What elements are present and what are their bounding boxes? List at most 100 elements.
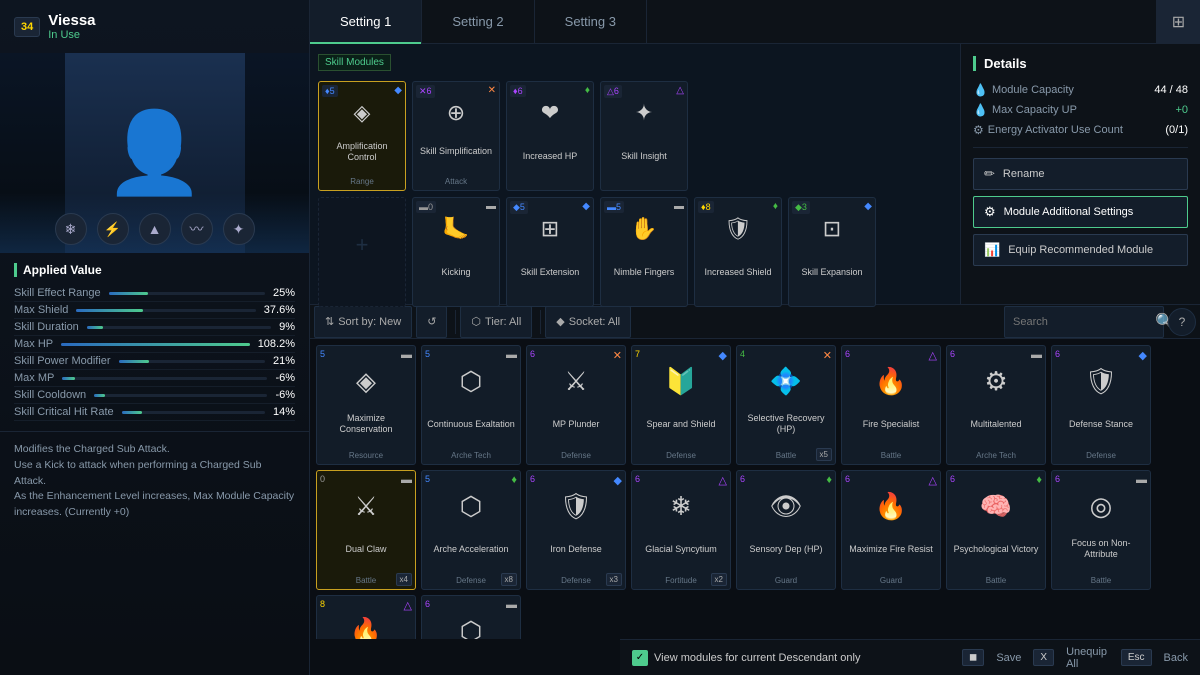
list-item[interactable]: 6 ♦ 👁 Sensory Dep (HP) Guard [736,470,836,590]
module-icon: 🔥 [350,616,382,639]
stat-bar [94,394,104,397]
help-button[interactable]: ? [1168,308,1196,336]
search-box: 🔍 [1004,306,1164,338]
equipped-module-empty[interactable]: + [318,197,406,307]
module-tier: ✕6 [416,85,435,98]
equipped-module-skill-insight[interactable]: △6 △ ✦ Skill Insight [600,81,688,191]
equipped-module-simplification[interactable]: ✕6 ✕ ⊕ Skill Simplification Attack [412,81,500,191]
count-badge: x4 [396,573,412,586]
descendant-filter-checkbox[interactable]: ✓ [632,650,648,666]
module-tier: ◆5 [510,201,528,214]
socket-icon: ▬ [486,201,496,212]
module-type: Defense [456,576,486,585]
list-item[interactable]: 6 △ 🔥 Fire Specialist Battle [841,345,941,465]
applied-value-title: Applied Value [14,263,295,277]
module-icon: 💠 [770,366,802,397]
tab-setting3[interactable]: Setting 3 [535,0,647,44]
module-tier: 8 [320,599,325,609]
stat-row: Max HP 108.2% [14,336,295,353]
list-item[interactable]: 5 ▬ ◈ Maximize Conservation Resource [316,345,416,465]
equipped-module-increased-hp[interactable]: ♦6 ♦ ❤ Increased HP [506,81,594,191]
list-item[interactable]: 6 △ ❄ Glacial Syncytium Fortitude x2 [631,470,731,590]
socket-icon: ✕ [488,85,496,96]
module-tier: ◆3 [792,201,810,214]
module-icon: 🔥 [875,491,907,522]
module-tier: 6 [425,599,430,609]
equipped-module-kicking[interactable]: ▬0 ▬ 🦶 Kicking [412,197,500,307]
equip-recommended-button[interactable]: 📊 Equip Recommended Module [973,234,1188,266]
filter-bar: ⇅ Sort by: New ↺ ⬡ Tier: All ◆ Socket: A… [310,304,1200,339]
list-item[interactable]: 0 ▬ ⚔ Dual Claw Battle x4 [316,470,416,590]
list-item[interactable]: 5 ▬ ⬡ Continuous Exaltation Arche Tech [421,345,521,465]
main-area: Setting 1 Setting 2 Setting 3 ⊞ Skill Mo… [310,0,1200,675]
ability-icon-5[interactable]: ✦ [223,213,255,245]
module-name: Focus on Non-Attribute [1056,538,1146,560]
stat-name: Skill Effect Range [14,287,101,299]
equipped-module-skill-extension[interactable]: ◆5 ◆ ⊞ Skill Extension [506,197,594,307]
module-icon: 🛡 [724,216,752,242]
list-item[interactable]: 6 ▬ ⬡ Dimension Master Battle [421,595,521,639]
stat-row: Skill Critical Hit Rate 14% [14,404,295,421]
descendant-filter-label: View modules for current Descendant only [654,652,860,664]
module-name: Skill Expansion [801,267,862,278]
ability-icon-2[interactable]: ⚡ [97,213,129,245]
ability-icons: ❄ ⚡ ▲ 〰 ✦ [0,213,309,245]
details-title: Details [973,56,1188,71]
module-icon: ⚔ [354,491,377,522]
capacity-value: 44 / 48 [1154,84,1188,96]
tab-setting2[interactable]: Setting 2 [422,0,534,44]
module-tier: ♦8 [698,201,714,213]
stat-name: Skill Power Modifier [14,355,111,367]
equipped-module-increased-shield[interactable]: ♦8 ♦ 🛡 Increased Shield [694,197,782,307]
module-icon: ⊕ [447,100,465,126]
list-item[interactable]: 7 ◆ 🔰 Spear and Shield Defense [631,345,731,465]
search-input[interactable] [1013,316,1155,328]
socket-icon: ▬ [674,201,684,212]
ability-icon-1[interactable]: ❄ [55,213,87,245]
equipped-module-skill-expansion[interactable]: ◆3 ◆ ⊡ Skill Expansion [788,197,876,307]
module-type: Defense [561,576,591,585]
module-type: Range [350,177,374,186]
stat-bar-container [94,394,267,397]
tab-setting1[interactable]: Setting 1 [310,0,422,44]
ability-icon-3[interactable]: ▲ [139,213,171,245]
module-tier: 6 [845,474,850,484]
socket-icon: ◆ [614,474,622,487]
grid-layout-button[interactable]: ⊞ [1156,0,1200,44]
stat-value: 108.2% [258,338,295,350]
save-label: Save [996,652,1021,664]
module-icon: ⬡ [460,491,483,522]
socket-filter-button[interactable]: ◆ Socket: All [545,306,631,338]
stat-value: 21% [273,355,295,367]
list-item[interactable]: 6 ◆ 🛡 Iron Defense Defense x3 [526,470,626,590]
list-item[interactable]: 6 ♦ 🧠 Psychological Victory Battle [946,470,1046,590]
sort-icon: ⇅ [325,315,334,328]
tier-filter-button[interactable]: ⬡ Tier: All [460,306,532,338]
module-tier: △6 [604,85,622,98]
list-item[interactable]: 6 ▬ ⚙ Multitalented Arche Tech [946,345,1046,465]
additional-settings-button[interactable]: ⚙ Module Additional Settings [973,196,1188,228]
ability-icon-4[interactable]: 〰 [181,213,213,245]
socket-icon: ✕ [823,349,832,362]
module-icon: ❤ [541,100,559,126]
module-icon: ✋ [630,216,657,242]
list-item[interactable]: 4 ✕ 💠 Selective Recovery (HP) Battle x5 [736,345,836,465]
list-item[interactable]: 6 ◆ 🛡 Defense Stance Defense [1051,345,1151,465]
list-item[interactable]: 6 ▬ ◎ Focus on Non-Attribute Battle [1051,470,1151,590]
module-type: Guard [775,576,797,585]
max-cap-value: +0 [1175,104,1188,116]
module-icon: ⚔ [564,366,587,397]
module-name: Increased HP [523,151,578,162]
list-item[interactable]: 5 ♦ ⬡ Arche Acceleration Defense x8 [421,470,521,590]
module-tier: 6 [530,349,535,359]
list-item[interactable]: 8 △ 🔥 Maximize Fire Resist Guard [316,595,416,639]
equipped-module-amplification[interactable]: ♦5 ◆ ◈ Amplification Control Range [318,81,406,191]
refresh-button[interactable]: ↺ [416,306,447,338]
equipped-module-nimble-fingers[interactable]: ▬5 ▬ ✋ Nimble Fingers [600,197,688,307]
rename-button[interactable]: ✏ Rename [973,158,1188,190]
list-item[interactable]: 6 △ 🔥 Maximize Fire Resist Guard [841,470,941,590]
stat-bar [119,360,150,363]
list-item[interactable]: 6 ✕ ⚔ MP Plunder Defense [526,345,626,465]
stat-name: Max HP [14,338,53,350]
sort-button[interactable]: ⇅ Sort by: New [314,306,412,338]
